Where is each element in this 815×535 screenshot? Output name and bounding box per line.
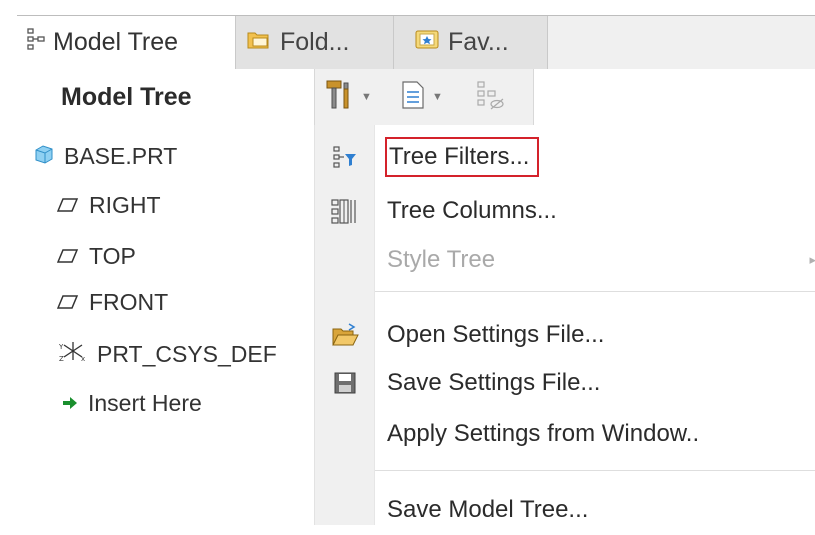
menu-item-label: Apply Settings from Window..: [387, 420, 700, 447]
chevron-down-icon[interactable]: ▼: [432, 91, 443, 103]
panel-header: Model Tree ▼ ▼: [17, 69, 815, 125]
model-tree-icon: [27, 28, 45, 57]
show-list-icon: [400, 80, 426, 115]
tree-item-label: PRT_CSYS_DEF: [97, 340, 277, 367]
menu-item-tree-filters[interactable]: Tree Filters...: [375, 132, 815, 182]
svg-text:Y: Y: [59, 343, 64, 351]
top-strip: [0, 0, 815, 15]
tree-item-right[interactable]: RIGHT: [56, 183, 161, 227]
show-button[interactable]: ▼: [400, 80, 443, 114]
tree-filter-icon: [315, 132, 375, 182]
menu-item-apply-settings-from-window[interactable]: Apply Settings from Window..: [375, 409, 815, 459]
menu-separator: [375, 291, 815, 292]
settings-button[interactable]: ▼: [325, 80, 372, 114]
datum-plane-icon: [56, 243, 79, 270]
svg-text:x: x: [81, 355, 85, 362]
menu-item-label: Style Tree: [387, 246, 496, 273]
folder-browser-icon: [246, 28, 272, 57]
menu-item-save-model-tree[interactable]: Save Model Tree...: [375, 485, 815, 535]
tree-columns-icon: [315, 186, 375, 236]
tree-item-prt-csys-def[interactable]: Y Z x PRT_CSYS_DEF: [58, 332, 277, 376]
menu-separator: [375, 470, 815, 471]
visibility-button[interactable]: [475, 80, 505, 114]
datum-plane-icon: [56, 289, 79, 316]
tab-model-tree[interactable]: Model Tree: [17, 16, 235, 69]
menu-item-label: Tree Filters...: [389, 143, 530, 170]
datum-plane-icon: [56, 192, 79, 219]
coordinate-system-icon: Y Z x: [58, 340, 87, 368]
tab-label: Fold...: [280, 28, 350, 56]
tab-label: Fav...: [448, 28, 509, 56]
submenu-arrow-icon: ▸: [809, 252, 815, 267]
save-disk-icon: [315, 358, 375, 408]
tree-item-top[interactable]: TOP: [56, 234, 136, 278]
tab-favorites[interactable]: Fav...: [393, 16, 548, 69]
menu-item-label: Open Settings File...: [387, 321, 605, 348]
tree-item-front[interactable]: FRONT: [56, 280, 169, 324]
tree-item-label: FRONT: [89, 288, 169, 315]
panel-title: Model Tree: [61, 83, 192, 111]
chevron-down-icon[interactable]: ▼: [361, 91, 372, 103]
tree-item-label: TOP: [89, 242, 136, 269]
menu-item-tree-columns[interactable]: Tree Columns...: [375, 186, 815, 236]
model-tree: BASE.PRT RIGHT TOP FRONT Y Z x PRT_CSYS_…: [17, 125, 315, 525]
tree-item-label: Insert Here: [88, 389, 202, 416]
settings-menu: Tree Filters... Tree Columns... Style Tr…: [314, 125, 815, 525]
tree-item-insert-here[interactable]: Insert Here: [62, 381, 202, 425]
svg-text:Z: Z: [59, 355, 64, 362]
tree-item-base-prt[interactable]: BASE.PRT: [34, 134, 177, 178]
tree-item-label: BASE.PRT: [64, 142, 178, 169]
menu-item-label: Save Settings File...: [387, 369, 601, 396]
visibility-icon: [475, 79, 505, 116]
tree-toolbar: ▼ ▼: [314, 69, 534, 125]
menu-item-label: Tree Columns...: [387, 197, 557, 224]
menu-item-save-settings-file[interactable]: Save Settings File...: [375, 358, 815, 408]
highlight-box: Tree Filters...: [385, 137, 540, 177]
tab-bar: Model Tree Fold... Fav...: [17, 16, 815, 69]
favorites-icon: [414, 28, 440, 57]
tree-item-label: RIGHT: [89, 191, 161, 218]
tab-label: Model Tree: [53, 28, 179, 56]
part-icon: [34, 143, 54, 170]
open-folder-icon: [315, 310, 375, 360]
insert-arrow-icon: [62, 390, 78, 417]
menu-item-style-tree: Style Tree ▸: [375, 235, 815, 285]
tab-folder-browser[interactable]: Fold...: [235, 16, 393, 69]
menu-item-open-settings-file[interactable]: Open Settings File...: [375, 310, 815, 360]
settings-tools-icon: [325, 79, 355, 116]
menu-item-label: Save Model Tree...: [387, 496, 589, 523]
